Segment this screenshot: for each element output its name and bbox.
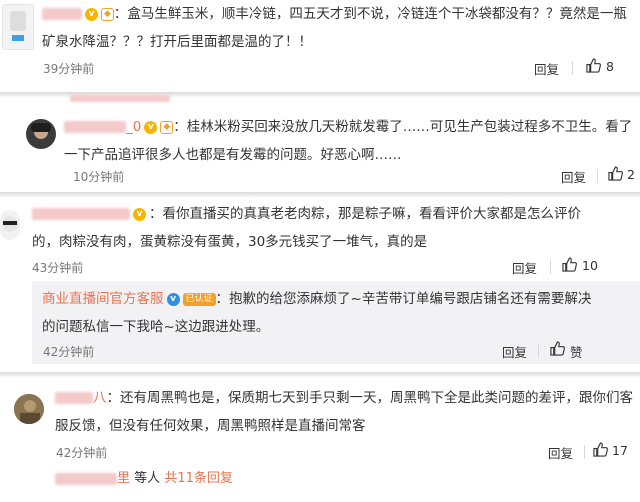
others-label: 等人 — [134, 471, 161, 486]
thumbs-up-icon — [593, 442, 608, 457]
like-button[interactable] — [608, 166, 623, 182]
official-username[interactable]: 商业直播间官方客服 — [42, 291, 164, 307]
comment-4: 八：还有周黑鸭也是，保质期七天到手只剩一天，周黑鸭下全是此类问题的差评，跟你们客… — [0, 364, 640, 502]
reply-button[interactable]: 回复 — [502, 342, 527, 361]
like-button[interactable] — [562, 257, 577, 273]
thumbs-up-icon — [562, 257, 577, 272]
username[interactable] — [42, 8, 82, 20]
comment-3: v ：看你直播买的真真老老肉粽，那是粽子嘛，看看评价大家都是怎么评价 的，肉粽没有… — [0, 192, 640, 364]
like-count: 17 — [612, 443, 628, 458]
timestamp: 39分钟前 — [43, 62, 95, 76]
comment-1: v ◆ ：盒马生鲜玉米，顺丰冷链，四五天才到不说，冷链连个干冰袋都没有？？竟然是一瓶… — [0, 0, 640, 92]
like-label[interactable]: 赞 — [570, 342, 583, 361]
reply-button[interactable]: 回复 — [534, 59, 559, 78]
gold-badge: ◆ — [160, 120, 174, 134]
reply-button[interactable]: 回复 — [548, 443, 573, 462]
comment-text: v ：看你直播买的真真老老肉粽，那是粽子嘛，看看评价大家都是怎么评价 的，肉粽没有… — [32, 206, 581, 250]
verified-icon: v — [144, 120, 158, 134]
thumbs-up-icon — [586, 58, 601, 73]
avatar[interactable] — [26, 119, 56, 149]
like-button[interactable] — [550, 341, 565, 357]
username[interactable] — [64, 121, 126, 133]
verified-icon: v — [166, 292, 180, 306]
verified-icon: v — [133, 207, 146, 221]
reply-button[interactable]: 回复 — [561, 167, 586, 186]
reply-author[interactable] — [55, 472, 117, 485]
comment-2: _0 v ◆ ：桂林米粉买回来没放几天粉就发霉了……可见生产包装过程多不卫生。看了 一… — [0, 92, 640, 192]
divider — [584, 445, 585, 459]
section-edge — [0, 192, 640, 198]
comment-text: _0 v ◆ ：桂林米粉买回来没放几天粉就发霉了……可见生产包装过程多不卫生。看了 一… — [64, 119, 633, 163]
timestamp: 42分钟前 — [43, 345, 95, 359]
avatar[interactable] — [2, 4, 34, 50]
divider — [550, 260, 551, 274]
like-button[interactable] — [586, 58, 601, 74]
reply-button[interactable]: 回复 — [512, 258, 537, 277]
total-replies-link[interactable]: 共11条回复 — [164, 471, 233, 486]
gold-badge: ◆ — [101, 7, 114, 21]
comment-text: 八：还有周黑鸭也是，保质期七天到手只剩一天，周黑鸭下全是此类问题的差评，跟你们客… — [55, 390, 633, 434]
more-replies[interactable]: 里 等人 共11条回复 — [55, 470, 233, 488]
thumbs-up-icon — [550, 341, 565, 356]
username[interactable] — [55, 392, 93, 404]
thumbs-up-icon — [608, 166, 623, 181]
like-count: 2 — [627, 167, 635, 182]
avatar[interactable] — [0, 210, 20, 240]
like-button[interactable] — [593, 442, 608, 458]
timestamp: 10分钟前 — [73, 170, 125, 184]
reply-text: 商业直播间官方客服 v 已认证 ：抱歉的给您添麻烦了~辛苦带订单编号跟店铺名还有需要解… — [42, 291, 592, 335]
like-count: 8 — [606, 59, 614, 74]
official-reply: 商业直播间官方客服 v 已认证 ：抱歉的给您添麻烦了~辛苦带订单编号跟店铺名还有需要解… — [32, 281, 640, 364]
timestamp: 42分钟前 — [56, 446, 108, 460]
certified-badge: 已认证 — [182, 292, 216, 306]
hidden-username — [70, 95, 170, 102]
avatar[interactable] — [14, 394, 44, 424]
divider — [597, 169, 598, 183]
like-count: 10 — [582, 258, 598, 273]
section-edge — [0, 372, 640, 378]
username[interactable] — [32, 208, 130, 220]
divider — [538, 344, 539, 358]
comment-text: v ◆ ：盒马生鲜玉米，顺丰冷链，四五天才到不说，冷链连个干冰袋都没有？？竟然是一瓶… — [42, 6, 627, 50]
divider — [572, 61, 573, 75]
timestamp: 43分钟前 — [32, 261, 84, 275]
verified-icon: v — [85, 7, 98, 21]
